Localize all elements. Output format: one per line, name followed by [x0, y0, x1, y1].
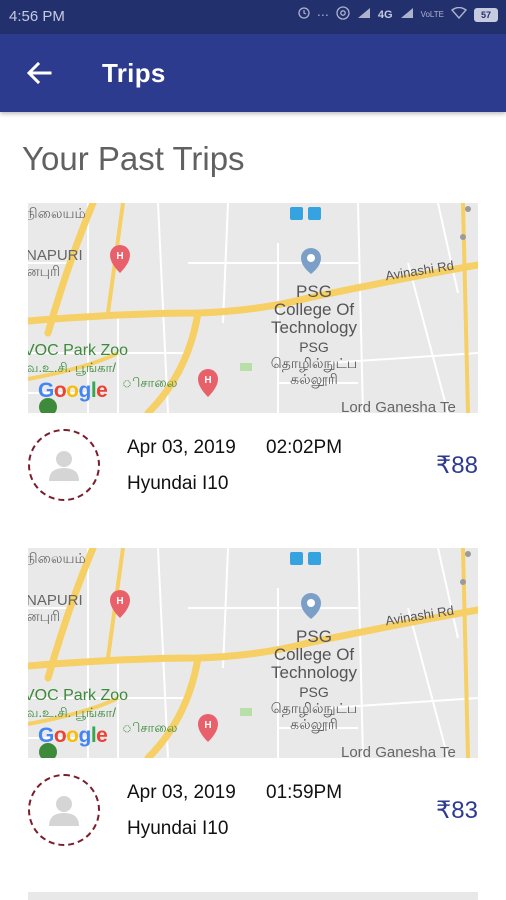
- google-logo: Google: [38, 724, 108, 747]
- volte-icon: VoLTE: [420, 9, 444, 19]
- trip-card[interactable]: H H நிலையம் NAPURI னபுரி Avinashi Rd PSG…: [28, 548, 478, 858]
- driver-avatar: [28, 774, 100, 846]
- status-time: 4:56 PM: [9, 8, 65, 25]
- trip-time: 02:02PM: [266, 437, 343, 458]
- svg-text:H: H: [116, 596, 123, 607]
- svg-text:H: H: [204, 375, 211, 386]
- trip-info: Apr 03, 2019 01:59PM Hyundai I10 ₹83: [28, 758, 478, 858]
- map-label-zoo-tamil: வ.உ.சி. பூங்கா/: [28, 360, 116, 375]
- svg-text:H: H: [116, 251, 123, 262]
- map-label-zoo: VOC Park Zoo: [28, 342, 129, 359]
- at-icon: [336, 6, 350, 23]
- trip-fare: ₹83: [436, 797, 478, 824]
- trip-car: Hyundai I10: [127, 818, 229, 839]
- trip-info: Apr 03, 2019 02:02PM Hyundai I10 ₹88: [28, 413, 478, 513]
- map-label-zoo: VOC Park Zoo: [28, 687, 129, 704]
- signal-icon: [357, 7, 371, 22]
- app-bar: Trips: [0, 34, 506, 112]
- map-label-area-left: NAPURI: [28, 592, 83, 609]
- map-label-temple: Lord Ganesha Te: [341, 399, 456, 413]
- trip-car: Hyundai I10: [127, 473, 229, 494]
- trip-fare: ₹88: [436, 452, 478, 479]
- person-icon: [49, 451, 79, 481]
- signal-icon-2: [400, 7, 414, 22]
- google-logo: Google: [38, 379, 108, 402]
- status-icons: ⋯ 4G VoLTE 57: [298, 6, 498, 23]
- trip-date: Apr 03, 2019: [127, 782, 236, 803]
- trip-map: H H நிலையம் NAPURI னபுரி Avinashi Rd PSG…: [28, 203, 478, 413]
- trip-time: 01:59PM: [266, 782, 343, 803]
- arrow-left-icon: [26, 62, 52, 84]
- battery-icon: 57: [474, 7, 498, 22]
- trip-map-partial: [28, 892, 478, 900]
- data-arrows-icon: ⋯: [316, 7, 329, 22]
- trip-date: Apr 03, 2019: [127, 437, 236, 458]
- map-label-college-tamil: PSG தொழில்நுட்ப கல்லூரி: [270, 684, 358, 732]
- trip-map: H H நிலையம் NAPURI னபுரி Avinashi Rd PSG…: [28, 548, 478, 758]
- alarm-icon: [298, 7, 310, 22]
- map-label-area-left-tamil: னபுரி: [28, 263, 61, 279]
- section-heading: Your Past Trips: [22, 140, 245, 177]
- person-icon: [49, 796, 79, 826]
- map-label-zoo-tamil: வ.உ.சி. பூங்கா/: [28, 705, 116, 720]
- map-label-temple: Lord Ganesha Te: [341, 744, 456, 758]
- back-button[interactable]: [22, 58, 56, 88]
- svg-text:H: H: [204, 720, 211, 731]
- map-label-zoo-tamil-2: ிசாலை: [122, 375, 178, 390]
- map-label-area-left-tamil: னபுரி: [28, 608, 61, 624]
- map-label-college-tamil: PSG தொழில்நுட்ப கல்லூரி: [270, 339, 358, 387]
- wifi-icon: [450, 6, 468, 22]
- trip-card[interactable]: H H நிலையம் NAPURI னபுரி Avinashi Rd PSG…: [28, 203, 478, 513]
- page-title: Trips: [102, 58, 166, 88]
- map-label-college: PSG College Of Technology: [270, 282, 357, 337]
- map-label-college: PSG College Of Technology: [270, 627, 357, 682]
- map-label-area-top: நிலையம்: [28, 205, 86, 221]
- map-label-area-left: NAPURI: [28, 247, 83, 264]
- driver-avatar: [28, 429, 100, 501]
- status-bar: 4:56 PM ⋯ 4G VoLTE 57: [0, 0, 506, 34]
- network-type: 4G: [377, 8, 393, 21]
- map-label-zoo-tamil-2: ிசாலை: [122, 720, 178, 735]
- map-label-area-top: நிலையம்: [28, 550, 86, 566]
